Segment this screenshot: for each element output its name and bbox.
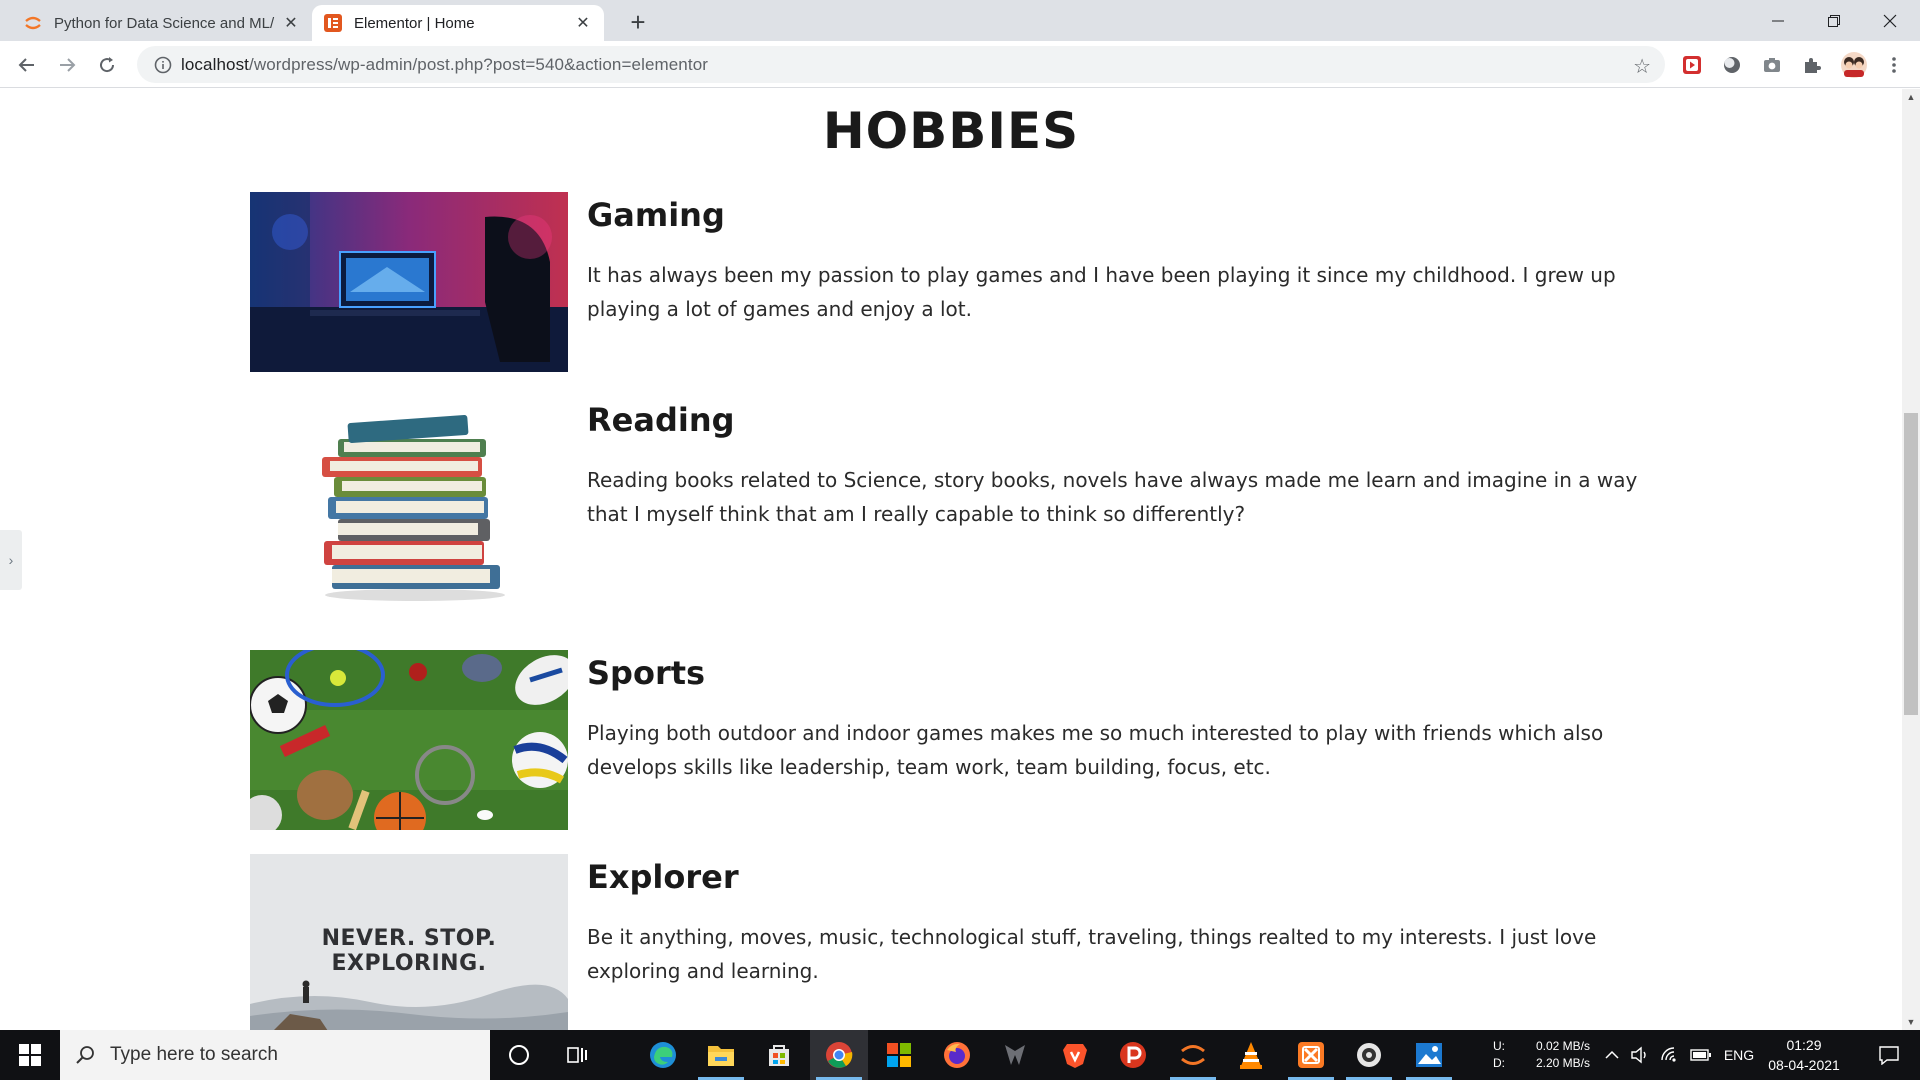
reload-button[interactable]: [91, 49, 123, 81]
camera-extension-icon[interactable]: [1761, 54, 1783, 76]
minimize-button[interactable]: [1750, 0, 1806, 41]
video-extension-icon[interactable]: [1681, 54, 1703, 76]
chrome-icon[interactable]: [810, 1030, 868, 1080]
browser-tab-strip: Python for Data Science and ML/ ✕ Elemen…: [0, 0, 1920, 41]
windows-logo-icon: [19, 1044, 41, 1066]
date: 08-04-2021: [1768, 1057, 1840, 1073]
xampp-icon[interactable]: [1282, 1030, 1340, 1080]
photos-icon[interactable]: [1400, 1030, 1458, 1080]
gaming-image: [250, 192, 568, 372]
tab-elementor[interactable]: Elementor | Home ✕: [312, 5, 604, 41]
volume-icon[interactable]: [1626, 1030, 1654, 1080]
hobby-title: Explorer: [587, 858, 739, 896]
new-tab-button[interactable]: +: [624, 7, 652, 37]
tab-title: Python for Data Science and ML/: [54, 14, 275, 32]
start-button[interactable]: [0, 1030, 60, 1080]
upload-speed: 0.02 MB/s: [1535, 1039, 1591, 1053]
restore-button[interactable]: [1806, 0, 1862, 41]
sports-image: [250, 650, 568, 830]
url-host: localhost: [181, 54, 249, 74]
media-player-icon[interactable]: [1340, 1030, 1398, 1080]
notification-icon[interactable]: [1864, 1030, 1914, 1080]
scroll-up-arrow[interactable]: ▲: [1902, 89, 1920, 105]
forward-button[interactable]: [51, 49, 83, 81]
clock[interactable]: 01:29 08-04-2021: [1762, 1030, 1846, 1080]
taskbar-search[interactable]: Type here to search: [60, 1030, 490, 1080]
search-icon: [60, 1045, 110, 1065]
profile-avatar[interactable]: [1840, 51, 1868, 79]
chrome-menu-icon[interactable]: [1883, 54, 1905, 76]
edge-icon[interactable]: [634, 1030, 692, 1080]
net-speed-meter[interactable]: 0.02 MB/s 2.20 MB/s: [1528, 1030, 1598, 1080]
elementor-icon: [324, 14, 342, 32]
dark-mode-extension-icon[interactable]: [1721, 54, 1743, 76]
reload-icon: [100, 57, 115, 73]
jupyter-icon: [24, 14, 42, 32]
wifi-icon[interactable]: [1656, 1030, 1684, 1080]
info-icon[interactable]: [145, 56, 181, 74]
upload-label: U:: [1493, 1039, 1505, 1053]
net-speed-labels: U: D:: [1484, 1030, 1514, 1080]
hobby-title: Reading: [587, 401, 735, 439]
hobby-title: Sports: [587, 654, 706, 692]
reading-image: [250, 397, 568, 607]
page-scrollbar[interactable]: ▲ ▼: [1902, 89, 1920, 1030]
store-icon[interactable]: [750, 1030, 808, 1080]
download-speed: 2.20 MB/s: [1535, 1056, 1591, 1070]
explorer-image: NEVER. STOP. EXPLORING.: [250, 854, 568, 1030]
back-button[interactable]: [11, 49, 43, 81]
hobby-title: Gaming: [587, 196, 725, 234]
hobby-description: Reading books related to Science, story …: [587, 468, 1638, 526]
firefox-icon[interactable]: [928, 1030, 986, 1080]
scroll-down-arrow[interactable]: ▼: [1902, 1014, 1920, 1030]
battery-icon[interactable]: [1686, 1030, 1716, 1080]
time: 01:29: [1786, 1037, 1822, 1053]
windows-taskbar: Type here to search U: D: 0.02 MB/s 2.20…: [0, 1030, 1920, 1080]
close-window-button[interactable]: [1862, 0, 1918, 41]
task-view-icon[interactable]: [548, 1030, 606, 1080]
cortana-icon[interactable]: [490, 1030, 548, 1080]
chevron-up-icon[interactable]: [1600, 1030, 1624, 1080]
brave-icon[interactable]: [1046, 1030, 1104, 1080]
hobby-description: It has always been my passion to play ga…: [587, 263, 1616, 321]
url-path: /wordpress/wp-admin/post.php?post=540&ac…: [249, 54, 709, 74]
download-label: D:: [1493, 1056, 1505, 1070]
vlc-icon[interactable]: [1222, 1030, 1280, 1080]
page-title: HOBBIES: [822, 102, 1080, 160]
scrollbar-thumb[interactable]: [1904, 413, 1918, 715]
tab-jupyter[interactable]: Python for Data Science and ML/ ✕: [12, 5, 312, 41]
search-placeholder: Type here to search: [110, 1044, 278, 1065]
hobby-description: Be it anything, moves, music, technologi…: [587, 925, 1597, 983]
back-arrow-icon: [18, 58, 34, 72]
url-text: localhost/wordpress/wp-admin/post.php?po…: [181, 55, 708, 75]
forward-arrow-icon: [60, 58, 76, 72]
psiphon-icon[interactable]: [1104, 1030, 1162, 1080]
browser-toolbar: localhost/wordpress/wp-admin/post.php?po…: [0, 41, 1920, 88]
extensions-puzzle-icon[interactable]: [1801, 54, 1823, 76]
hobby-description: Playing both outdoor and indoor games ma…: [587, 721, 1604, 779]
tab-title: Elementor | Home: [354, 14, 475, 32]
explorer-image-caption: NEVER. STOP. EXPLORING.: [321, 926, 497, 976]
close-icon[interactable]: ✕: [574, 14, 592, 32]
file-explorer-icon[interactable]: [692, 1030, 750, 1080]
bookmark-star-icon[interactable]: ☆: [1633, 54, 1651, 79]
office-icon[interactable]: [870, 1030, 928, 1080]
address-bar[interactable]: localhost/wordpress/wp-admin/post.php?po…: [137, 46, 1665, 83]
elementor-panel-toggle[interactable]: ›: [0, 530, 22, 590]
predator-sense-icon[interactable]: [986, 1030, 1044, 1080]
jupyter-taskbar-icon[interactable]: [1164, 1030, 1222, 1080]
close-icon[interactable]: ✕: [282, 14, 300, 32]
page-content: HOBBIES Gaming It has always been my pas…: [0, 89, 1902, 1030]
language-indicator[interactable]: ENG: [1720, 1030, 1758, 1080]
